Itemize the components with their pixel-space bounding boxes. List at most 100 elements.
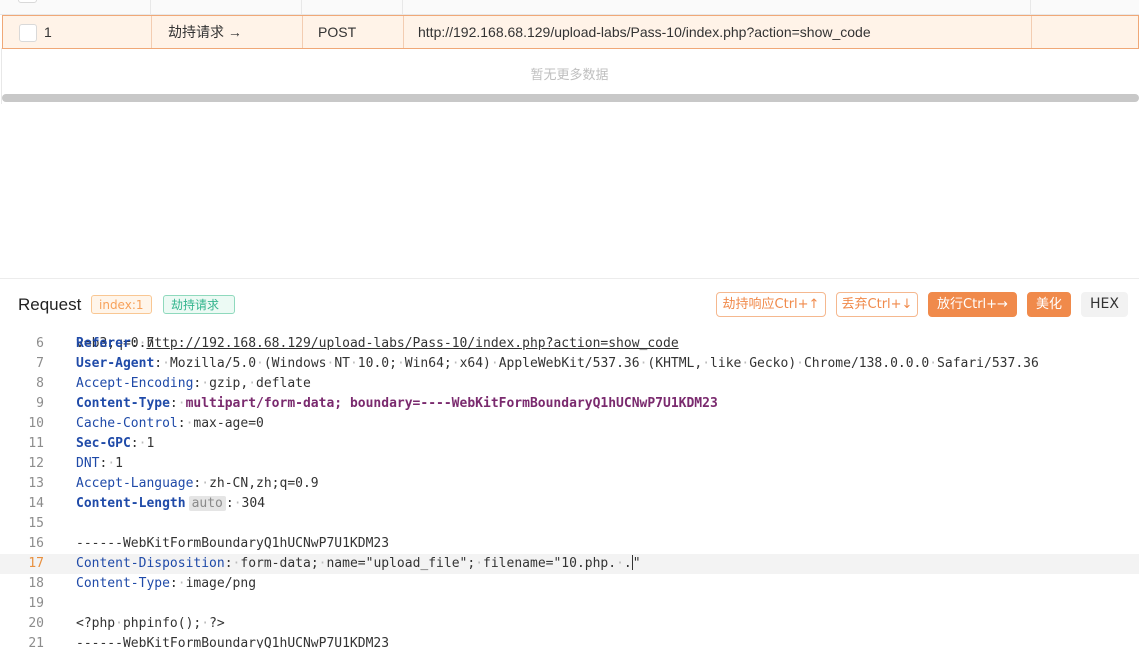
line-code: Referer:·http://192.168.68.129/upload-la…: [76, 336, 679, 351]
editor-line[interactable]: 21 ------WebKitFormBoundaryQ1hUCNwP7U1KDM…: [0, 634, 1139, 648]
editor-line[interactable]: 8 Accept-Encoding:·gzip,·deflate: [0, 374, 1139, 394]
whitespace-marker: ·: [475, 556, 484, 571]
editor-line[interactable]: 14 Content-Length auto:·304: [0, 494, 1139, 514]
whitespace-marker: ·: [177, 396, 186, 411]
header-key: DNT: [76, 456, 100, 471]
whitespace-marker: ·: [639, 356, 648, 371]
whitespace-marker: ·: [201, 616, 210, 631]
header-key: Accept-Language: [76, 476, 194, 491]
whitespace-marker: ·: [177, 576, 186, 591]
header-value: 304: [241, 496, 266, 511]
header-value: gzip,·deflate: [209, 376, 311, 391]
line-number: 16: [28, 536, 44, 551]
hex-button[interactable]: HEX: [1081, 292, 1128, 317]
row-url: http://192.168.68.129/upload-labs/Pass-1…: [418, 24, 871, 40]
line-number: 21: [28, 636, 44, 648]
column-divider: [150, 0, 151, 14]
column-divider: [1030, 0, 1031, 14]
editor-line[interactable]: 7 User-Agent:·Mozilla/5.0·(Windows·NT·10.…: [0, 354, 1139, 374]
forward-button[interactable]: 放行Ctrl+→: [928, 292, 1017, 317]
line-number: 9: [36, 396, 44, 411]
editor-line[interactable]: 12 DNT:·1: [0, 454, 1139, 474]
editor-line[interactable]: 16 ------WebKitFormBoundaryQ1hUCNwP7U1KDM…: [0, 534, 1139, 554]
line-number: 18: [28, 576, 44, 591]
editor-line[interactable]: 11 Sec-GPC:·1: [0, 434, 1139, 454]
editor-line[interactable]: 17 Content-Disposition:·form-data;·name="…: [0, 554, 1139, 574]
beautify-button[interactable]: 美化: [1027, 292, 1071, 317]
header-value: zh-CN,zh;q=0.9: [209, 476, 319, 491]
header-key: Sec-GPC: [76, 436, 131, 451]
row-index: 1: [44, 24, 52, 40]
row-status[interactable]: 劫持请求 →: [168, 16, 242, 48]
header-value: 1: [115, 456, 123, 471]
header-value: http://192.168.68.129/upload-labs/Pass-1…: [146, 336, 679, 351]
whitespace-marker: ·: [162, 356, 170, 371]
line-number: 13: [28, 476, 44, 491]
editor-line[interactable]: 13 Accept-Language:·zh-CN,zh;q=0.9: [0, 474, 1139, 494]
line-number: 15: [28, 516, 44, 531]
editor-line[interactable]: 6 Referer:·http://192.168.68.129/upload-l…: [0, 334, 1139, 354]
editor-line[interactable]: v=b3;q=0.7: [0, 324, 1139, 351]
whitespace-marker: ·: [107, 456, 116, 471]
line-code: ------WebKitFormBoundaryQ1hUCNwP7U1KDM23: [76, 536, 390, 551]
header-value: 1: [146, 436, 155, 451]
editor-line[interactable]: 15: [0, 514, 1139, 534]
whitespace-marker: ·: [233, 496, 242, 511]
row-method: POST: [318, 24, 357, 40]
request-title: Request: [18, 295, 82, 314]
line-code: Accept-Encoding:·gzip,·deflate: [76, 376, 311, 391]
line-number: 10: [28, 416, 44, 431]
column-divider: [403, 16, 404, 48]
header-key: Content-Length: [76, 496, 186, 511]
whitespace-marker: ·: [702, 356, 711, 371]
line-code: Cache-Control:·max-age=0: [76, 416, 264, 431]
header-value: form-data;·name="upload_file";·filename=…: [240, 555, 641, 571]
editor-line[interactable]: 9 Content-Type:·multipart/form-data; boun…: [0, 394, 1139, 414]
editor-line[interactable]: 18 Content-Type:·image/png: [0, 574, 1139, 594]
line-code: Content-Type:·multipart/form-data; bound…: [76, 396, 718, 411]
column-divider: [151, 16, 152, 48]
header-key: Content-Disposition: [76, 556, 225, 571]
column-divider: [302, 16, 303, 48]
header-value: max-age=0: [193, 416, 264, 431]
index-tag: index:1: [91, 295, 152, 314]
line-code: Content-Length auto:·304: [76, 496, 266, 511]
column-divider: [402, 0, 403, 14]
table-row[interactable]: 1 劫持请求 → POST http://192.168.68.129/uplo…: [2, 15, 1139, 49]
line-number: 20: [28, 616, 44, 631]
request-header: Request index:1 劫持请求 劫持响应Ctrl+↑ 丢弃Ctrl+↓…: [0, 284, 1139, 324]
whitespace-marker: ·: [396, 356, 405, 371]
line-number: 17: [28, 556, 44, 571]
table-header: [0, 0, 1139, 15]
line-code: Accept-Language:·zh-CN,zh;q=0.9: [76, 476, 319, 491]
horizontal-scrollbar[interactable]: [2, 94, 1139, 102]
empty-text: 暂无更多数据: [530, 68, 609, 83]
line-code: <?php·phpinfo();·?>: [76, 616, 225, 631]
line-number: 6: [36, 336, 44, 351]
whitespace-marker: ·: [929, 356, 938, 371]
line-code: DNT:·1: [76, 456, 123, 471]
header-key: Content-Type: [76, 576, 170, 591]
line-code: Sec-GPC:·1: [76, 436, 155, 451]
whitespace-marker: ·: [115, 616, 123, 631]
text-caret: [631, 555, 633, 570]
row-checkbox[interactable]: [19, 24, 37, 42]
line-number: 19: [28, 596, 44, 611]
line-code: User-Agent:·Mozilla/5.0·(Windows·NT·10.0…: [76, 356, 1039, 371]
editor-line[interactable]: 19: [0, 594, 1139, 614]
line-number: 14: [28, 496, 44, 511]
editor-line[interactable]: 20 <?php·phpinfo();·?>: [0, 614, 1139, 634]
header-value: Mozilla/5.0·(Windows·NT·10.0;·Win64;·x64…: [169, 356, 1039, 371]
whitespace-marker: ·: [796, 356, 804, 371]
header-value: image/png: [185, 576, 257, 591]
intercept-response-button[interactable]: 劫持响应Ctrl+↑: [716, 292, 826, 317]
whitespace-marker: ·: [201, 476, 210, 491]
select-all-checkbox[interactable]: [18, 0, 37, 3]
header-key: Content-Type: [76, 396, 170, 411]
line-code: ------WebKitFormBoundaryQ1hUCNwP7U1KDM23: [76, 636, 390, 648]
editor-line[interactable]: 10 Cache-Control:·max-age=0: [0, 414, 1139, 434]
drop-button[interactable]: 丢弃Ctrl+↓: [836, 292, 918, 317]
request-editor[interactable]: v=b3;q=0.7 6 Referer:·http://192.168.68.1…: [0, 324, 1139, 648]
auto-badge[interactable]: auto: [188, 496, 226, 511]
line-number: 11: [28, 436, 44, 451]
